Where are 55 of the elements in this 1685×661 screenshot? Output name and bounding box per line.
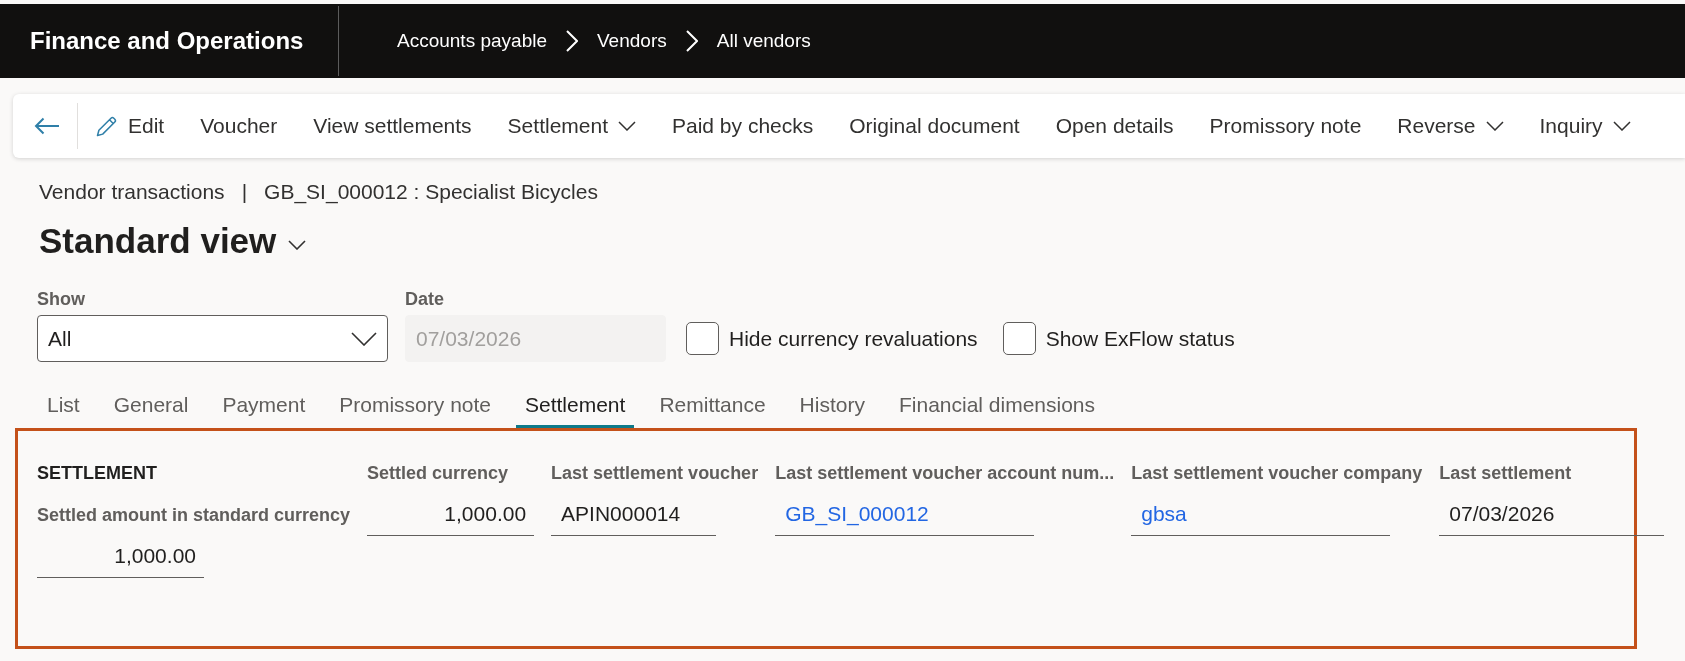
breadcrumb-link[interactable]: All vendors	[716, 30, 811, 52]
amount-field[interactable]: 1,000.00	[367, 492, 535, 536]
link-field[interactable]: gbsa	[1131, 492, 1391, 536]
show-dropdown[interactable]: All	[37, 315, 388, 362]
chevron-down-icon	[351, 331, 377, 346]
link-field[interactable]: GB_SI_000012	[775, 492, 1035, 536]
toolbar-button[interactable]: Open details	[1045, 104, 1184, 148]
menu-button[interactable]: Reverse	[1387, 104, 1514, 148]
tab[interactable]: List	[38, 387, 89, 428]
field-label: Settled currency	[367, 462, 509, 484]
checkbox-label: Show ExFlow status	[1045, 326, 1235, 351]
chevron-right-icon	[566, 30, 578, 52]
tab[interactable]: History	[790, 387, 874, 428]
toolbar-button[interactable]: Original document	[839, 104, 1030, 148]
date-field[interactable]: 07/03/2026	[1439, 492, 1665, 536]
chevron-right-icon	[685, 30, 698, 52]
tab[interactable]: Financial dimensions	[889, 387, 1105, 428]
field-label: Last settlement	[1439, 462, 1572, 484]
toolbar-button[interactable]: Voucher	[190, 104, 288, 148]
tab[interactable]: Settlement	[516, 387, 635, 428]
back-arrow-icon	[34, 117, 60, 135]
view-selector[interactable]: Standard view	[39, 218, 307, 264]
section-heading: SETTLEMENT	[37, 462, 157, 484]
caption-separator: |	[241, 180, 248, 204]
menu-button[interactable]: Settlement	[497, 104, 646, 148]
field-label: Last settlement voucher account num...	[775, 462, 1115, 484]
toolbar-button[interactable]: Paid by checks	[662, 104, 824, 148]
checkbox-label: Hide currency revaluations	[729, 326, 978, 351]
checkbox[interactable]	[686, 322, 719, 355]
app-title: Finance and Operations	[29, 27, 305, 55]
chevron-down-icon	[618, 121, 636, 131]
amount-field[interactable]: 1,000.00	[37, 534, 204, 578]
breadcrumb-link[interactable]: Vendors	[597, 30, 667, 52]
text-field[interactable]: APIN000014	[551, 492, 717, 536]
field-label: Show	[37, 288, 86, 310]
field-label: Settled amount in standard currency	[37, 504, 351, 526]
form-name: Vendor transactions	[39, 180, 225, 204]
toolbar-button[interactable]: Promissory note	[1199, 104, 1372, 148]
breadcrumb-link[interactable]: Accounts payable	[397, 30, 547, 52]
chevron-down-icon	[1612, 121, 1631, 131]
tab[interactable]: Remittance	[650, 387, 775, 428]
tab[interactable]: General	[104, 387, 198, 428]
checkbox[interactable]	[1002, 322, 1036, 355]
field-label: Last settlement voucher	[551, 462, 759, 484]
tab[interactable]: Promissory note	[330, 387, 500, 428]
record-title: GB_SI_000012 : Specialist Bicycles	[264, 180, 598, 204]
field-label: Last settlement voucher company	[1131, 462, 1423, 484]
toolbar-button[interactable]: View settlements	[303, 104, 482, 148]
tab[interactable]: Payment	[213, 387, 315, 428]
chevron-down-icon	[1485, 121, 1504, 131]
chevron-down-icon	[288, 240, 307, 250]
field-label: Date	[405, 288, 445, 310]
pencil-icon	[96, 115, 118, 137]
edit-button[interactable]: Edit	[86, 104, 175, 148]
menu-button[interactable]: Inquiry	[1529, 104, 1641, 148]
